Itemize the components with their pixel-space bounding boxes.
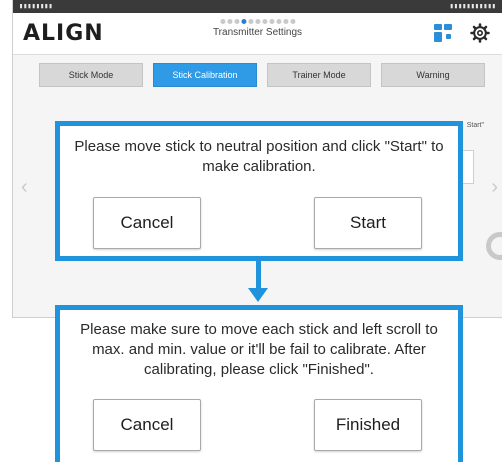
tab-warning[interactable]: Warning <box>381 63 485 87</box>
dialog-message: Please make sure to move each stick and … <box>80 321 438 378</box>
connector-line <box>256 261 261 291</box>
header-icons <box>434 23 490 43</box>
tab-trainer-mode[interactable]: Trainer Mode <box>267 63 371 87</box>
page-dot <box>226 19 232 24</box>
page-dot <box>254 19 260 24</box>
page-dot <box>240 19 246 24</box>
toggle-knob[interactable] <box>486 232 502 260</box>
cancel-button[interactable]: Cancel <box>93 197 201 249</box>
page-dot <box>289 19 295 24</box>
align-logo: ALIGN <box>23 21 104 46</box>
page-dot <box>275 19 281 24</box>
page-title: Transmitter Settings <box>212 27 303 38</box>
background-start-hint: Start" <box>466 122 484 129</box>
status-bar-right: ▮▮▮▮▮▮▮▮▮▮▮ <box>449 2 496 10</box>
start-button[interactable]: Start <box>314 197 422 249</box>
cancel-button[interactable]: Cancel <box>93 399 201 451</box>
page-dot <box>233 19 239 24</box>
dialog-message: Please move stick to neutral position an… <box>74 138 444 175</box>
status-bar: ▮▮▮▮▮▮▮▮ ▮▮▮▮▮▮▮▮▮▮▮ <box>13 0 502 13</box>
page-indicator <box>213 19 302 24</box>
settings-tabs: Stick Mode Stick Calibration Trainer Mod… <box>13 55 502 87</box>
page-dot <box>247 19 253 24</box>
gear-icon[interactable] <box>470 23 490 43</box>
header-center: Transmitter Settings <box>213 19 302 38</box>
grid-cell <box>444 24 452 30</box>
page-dot <box>268 19 274 24</box>
grid-cell <box>445 34 451 40</box>
app-header: ALIGN Transmitter Settings <box>13 13 502 55</box>
grid-cell <box>434 24 442 30</box>
chevron-left-icon[interactable]: ‹ <box>21 176 28 199</box>
tab-stick-mode[interactable]: Stick Mode <box>39 63 143 87</box>
arrow-down-icon <box>248 288 268 302</box>
calibration-start-dialog: Please move stick to neutral position an… <box>55 121 463 261</box>
finished-button[interactable]: Finished <box>314 399 422 451</box>
page-dot <box>219 19 225 24</box>
tab-stick-calibration[interactable]: Stick Calibration <box>153 63 257 87</box>
calibration-finish-dialog: Please make sure to move each stick and … <box>55 305 463 462</box>
grid-icon[interactable] <box>434 24 452 42</box>
chevron-right-icon[interactable]: › <box>491 176 498 199</box>
page-dot <box>261 19 267 24</box>
page-dot <box>282 19 288 24</box>
grid-cell <box>434 31 442 42</box>
status-bar-left: ▮▮▮▮▮▮▮▮ <box>19 2 53 10</box>
